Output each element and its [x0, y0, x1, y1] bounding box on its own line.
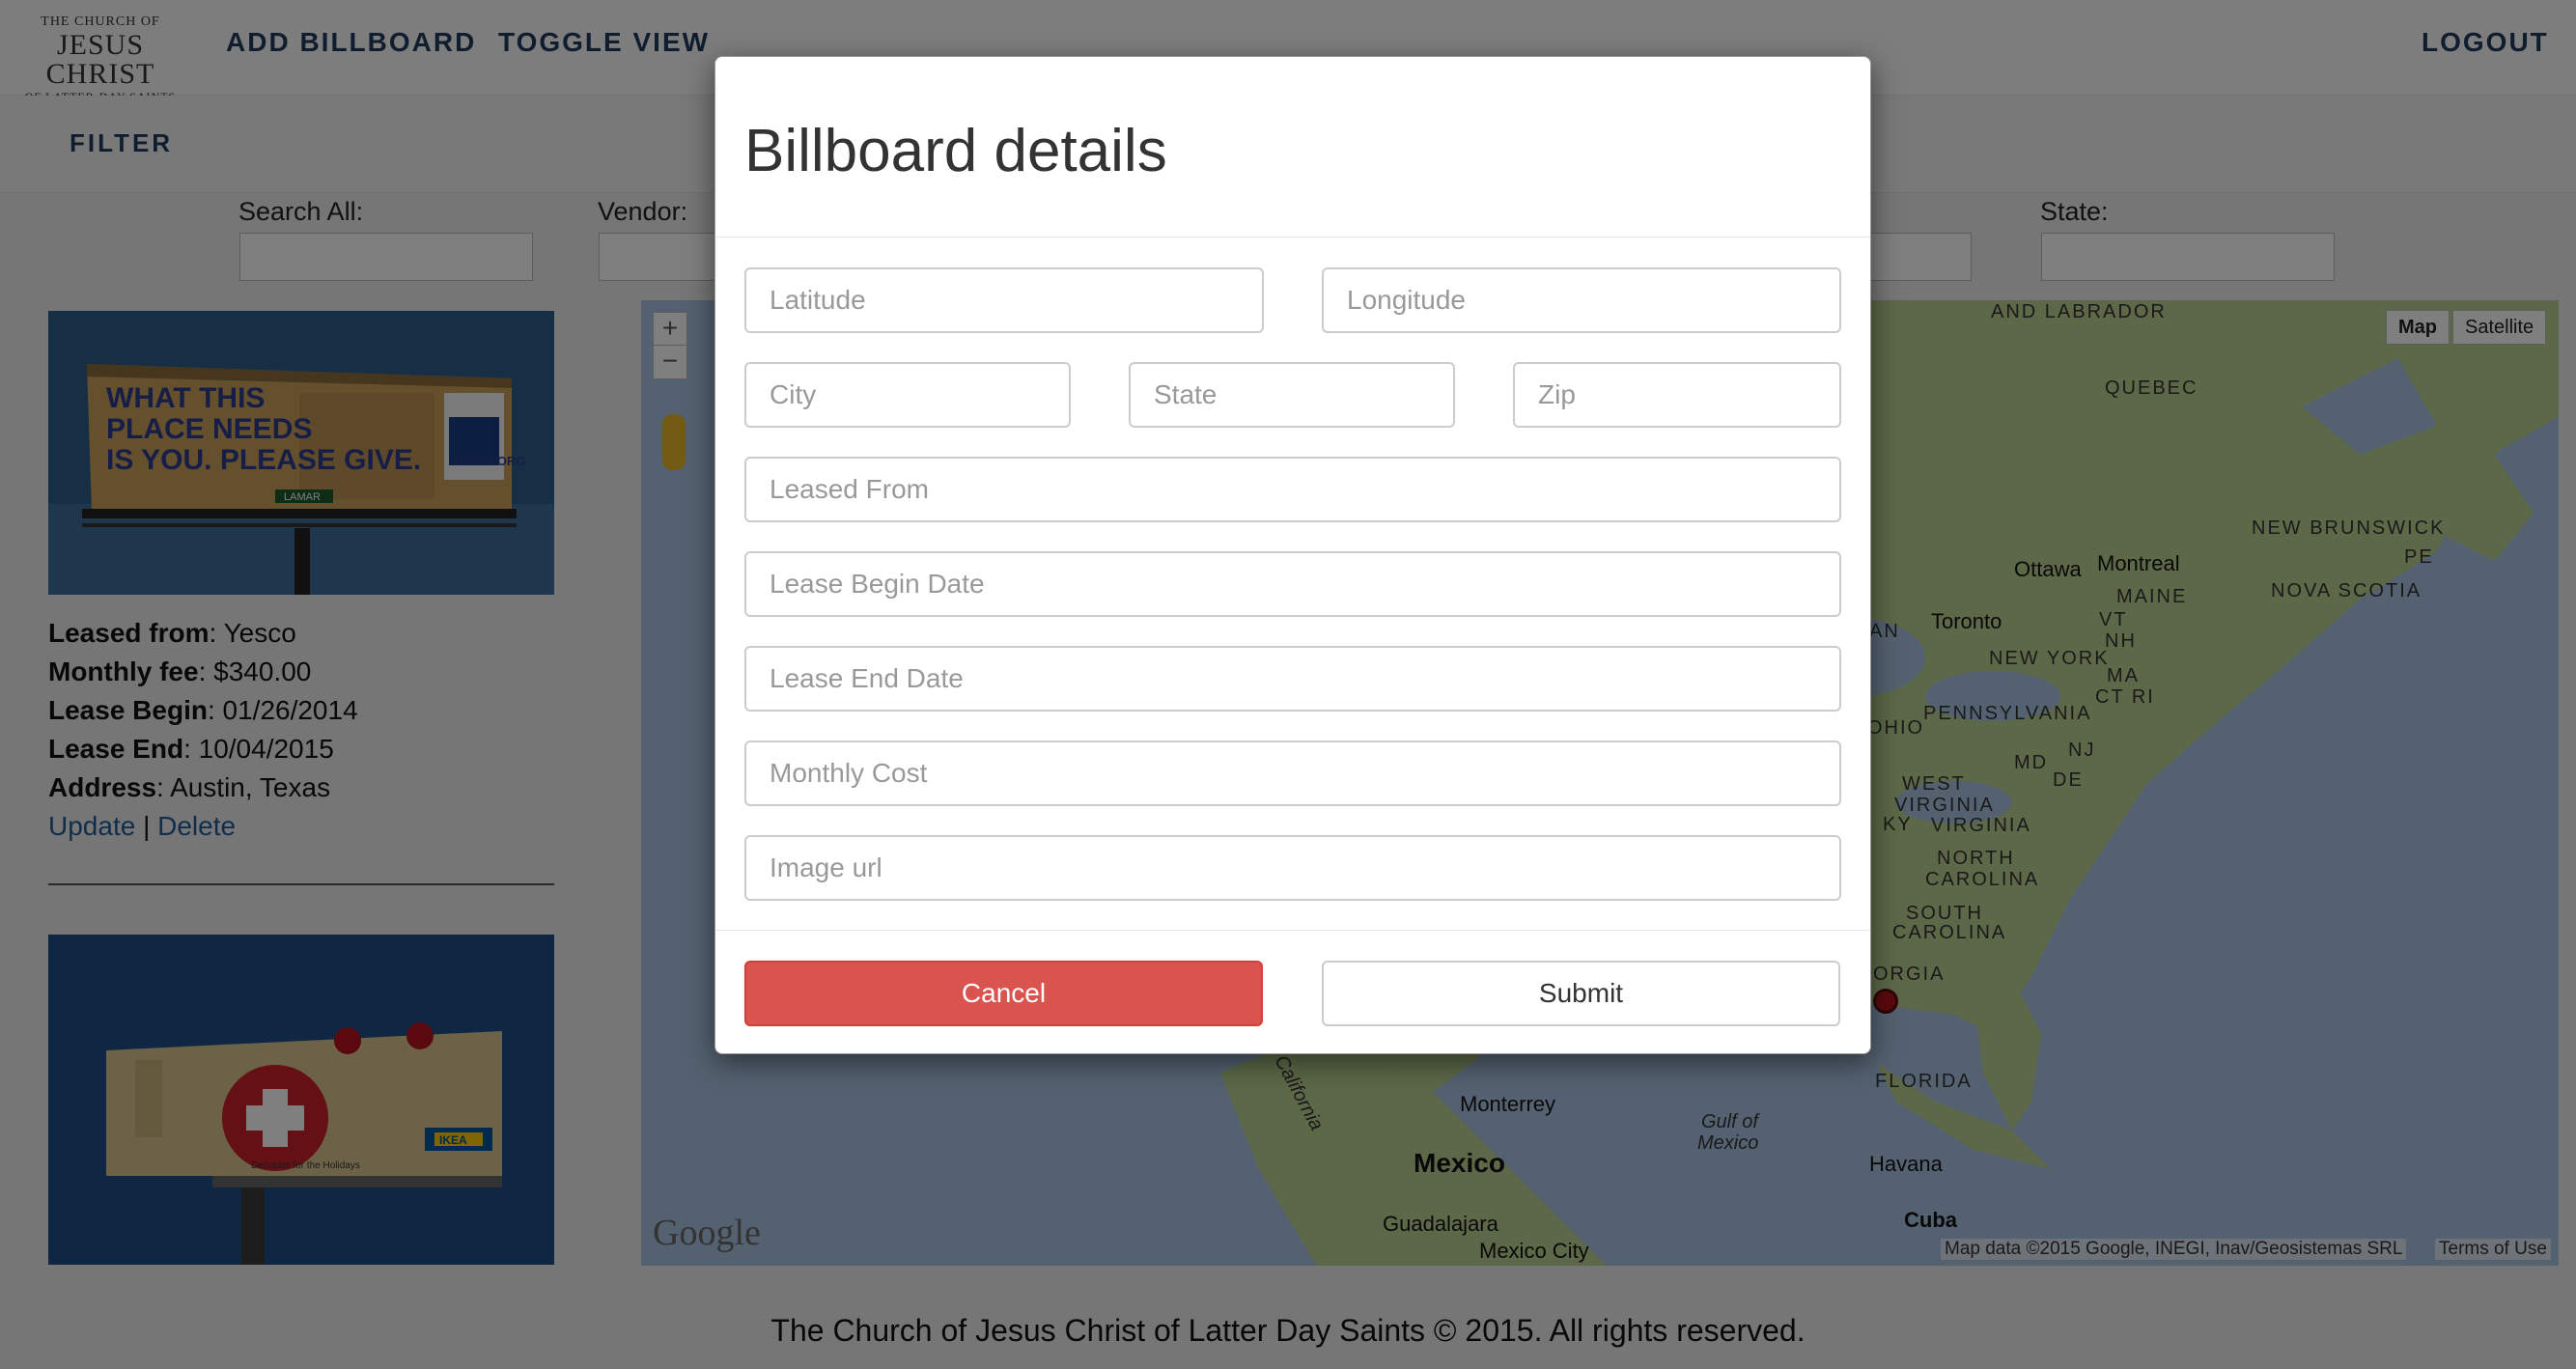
state-input[interactable] — [1129, 362, 1455, 428]
city-input[interactable] — [744, 362, 1071, 428]
latitude-input[interactable] — [744, 267, 1264, 333]
billboard-details-modal: Billboard details Cancel Submit — [714, 56, 1871, 1054]
modal-footer-divider — [715, 930, 1870, 931]
monthly-cost-input[interactable] — [744, 740, 1841, 806]
lease-begin-date-input[interactable] — [744, 551, 1841, 617]
lease-end-date-input[interactable] — [744, 646, 1841, 712]
zip-input[interactable] — [1513, 362, 1841, 428]
cancel-button[interactable]: Cancel — [744, 961, 1263, 1026]
longitude-input[interactable] — [1322, 267, 1841, 333]
image-url-input[interactable] — [744, 835, 1841, 901]
leased-from-input[interactable] — [744, 457, 1841, 522]
submit-button[interactable]: Submit — [1322, 961, 1840, 1026]
modal-title: Billboard details — [744, 118, 1167, 184]
